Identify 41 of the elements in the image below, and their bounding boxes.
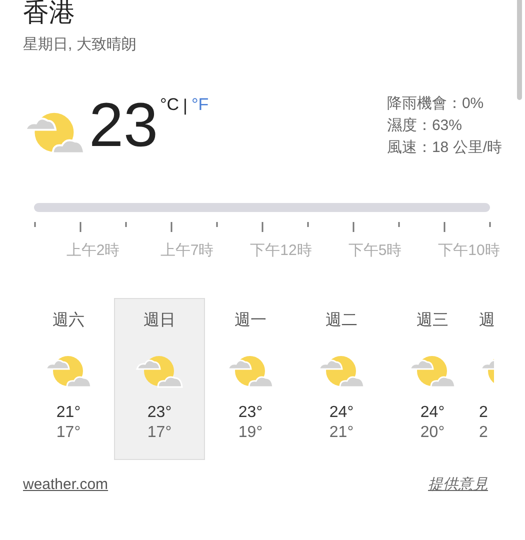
high-temperature: 24° [420,403,445,423]
hour-label: 下午12時 [249,240,313,260]
high-temperature: 23° [238,403,263,423]
day-label: 週二 [326,311,358,331]
temperature: 23 [89,94,158,156]
unit-toggle[interactable]: °F [191,92,209,118]
low-temperature: 17° [56,423,81,443]
day-label: 週 [479,311,494,331]
hour-label: 下午5時 [347,240,403,260]
day-column[interactable]: 週一 23° 19° [205,298,296,460]
hour-label: 上午2時 [65,240,121,260]
day-column[interactable]: 週 2 2 [478,298,495,460]
day-label: 週六 [52,311,84,331]
weather-summary: 星期日, 大致晴朗 [23,35,138,55]
low-temperature: 17° [147,423,172,443]
hour-label: 上午7時 [159,240,215,260]
weather-detail: 濕度：63% [386,116,463,136]
day-label: 週三 [416,311,448,331]
low-temperature: 20° [420,423,445,443]
day-label: 週日 [144,311,176,331]
day-column[interactable]: 週三 24° 20° [387,298,478,460]
sun-cloud-icon [134,353,184,389]
day-column[interactable]: 週二 24° 21° [296,298,387,460]
high-temperature: 23° [147,403,172,423]
hour-label: 下午10時 [437,240,501,260]
low-temperature: 21° [329,423,354,443]
scrollbar[interactable] [517,0,522,100]
unit-toggle[interactable]: °C [160,92,180,118]
day-column[interactable]: 週日 23° 17° [114,298,205,460]
low-temperature: 19° [238,423,263,443]
feedback-link[interactable]: 提供意見 [428,474,488,496]
high-temperature: 21° [56,403,81,423]
weather-detail: 降雨機會：0% [386,94,485,114]
high-temperature: 24° [329,403,354,423]
low-temperature: 2 [479,423,488,443]
source-link[interactable]: weather.com [23,474,108,496]
high-temperature: 2 [479,403,488,423]
separator: | [183,94,188,117]
day-label: 週一 [234,311,266,331]
weather-detail: 風速：18 公里/時 [386,138,502,158]
day-column[interactable]: 週六 21° 17° [23,298,114,460]
